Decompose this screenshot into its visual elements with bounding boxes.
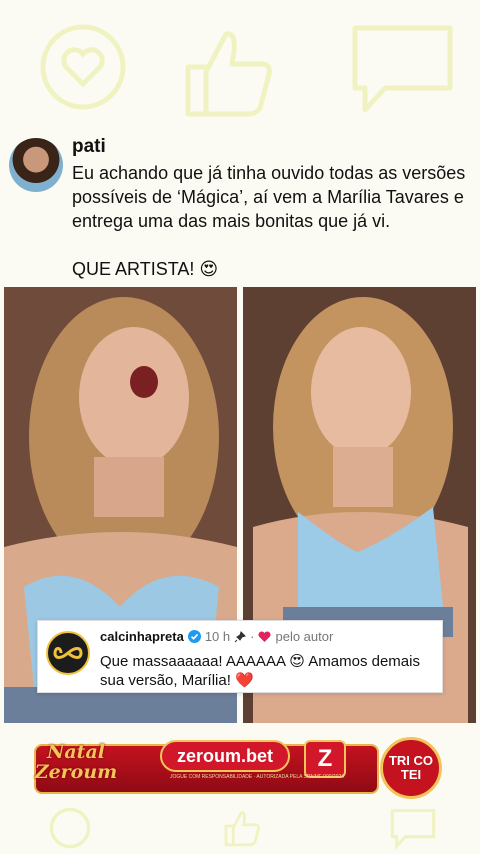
heart-icon <box>258 630 271 642</box>
natal-zeroum-logo: Natal Zeroum <box>34 741 118 783</box>
zeroum-bet-button[interactable]: zeroum.bet <box>160 740 290 772</box>
comment-time: 10 h <box>204 629 231 644</box>
post-username[interactable]: pati <box>72 136 106 158</box>
like-bg-icon-bottom <box>224 811 260 847</box>
heart-circle-bg-icon <box>40 24 126 110</box>
comment-avatar[interactable] <box>46 631 90 675</box>
comment-header: calcinhapreta 10 h · pelo autor <box>100 629 333 644</box>
tricotei-badge: TRI CO TEI <box>380 737 442 799</box>
comment-bg-icon <box>352 25 453 113</box>
heart-circle-bg-icon-bottom <box>49 807 91 849</box>
comment-author-label: pelo autor <box>275 629 334 644</box>
infinity-logo-icon <box>53 647 83 659</box>
responsible-gaming-disclaimer: JOGUE COM RESPONSABILIDADE · AUTORIZADA … <box>170 774 345 780</box>
z-logo-icon: Z <box>304 740 346 778</box>
like-bg-icon <box>185 31 272 117</box>
comment-author-dot: · <box>250 629 255 644</box>
comment-card[interactable]: calcinhapreta 10 h · pelo autor Que mass… <box>37 620 443 693</box>
comment-bg-icon-bottom <box>390 809 436 850</box>
avatar[interactable] <box>9 138 63 192</box>
comment-text: Que massaaaaaa! AAAAAA 😍 Amamos demais s… <box>100 653 420 689</box>
post-paragraph-2: QUE ARTISTA! 😍 <box>72 259 219 279</box>
post-text: Eu achando que já tinha ouvido todas as … <box>72 161 474 305</box>
verified-icon <box>187 630 201 643</box>
ad-banner[interactable]: Natal Zeroum zeroum.bet Z JOGUE COM RESP… <box>24 736 456 802</box>
comment-username[interactable]: calcinhapreta <box>100 629 184 644</box>
post-paragraph-1: Eu achando que já tinha ouvido todas as … <box>72 163 466 231</box>
pin-icon <box>234 630 247 642</box>
